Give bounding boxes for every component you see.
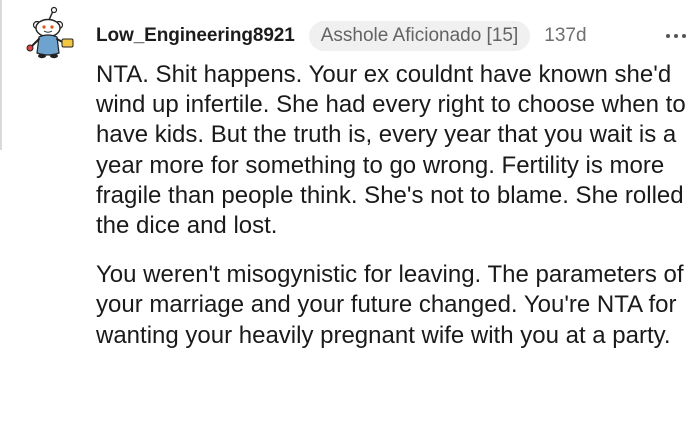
snoo-avatar-icon bbox=[26, 6, 74, 59]
comment-paragraph: NTA. Shit happens. Your ex couldnt have … bbox=[96, 61, 686, 240]
comment-age: 137d bbox=[544, 25, 587, 46]
comment: Low_Engineering8921 Asshole Aficionado [… bbox=[0, 0, 700, 421]
comment-header: Low_Engineering8921 Asshole Aficionado [… bbox=[96, 18, 686, 54]
username[interactable]: Low_Engineering8921 bbox=[96, 25, 295, 47]
comment-paragraph: You weren't misogynistic for leaving. Th… bbox=[96, 261, 684, 349]
more-options-button[interactable] bbox=[666, 26, 686, 46]
thread-line[interactable] bbox=[0, 0, 2, 150]
avatar[interactable] bbox=[20, 6, 76, 62]
comment-body: NTA. Shit happens. Your ex couldnt have … bbox=[96, 60, 688, 351]
user-flair: Asshole Aficionado [15] bbox=[308, 21, 531, 51]
more-horizontal-icon bbox=[666, 34, 686, 38]
